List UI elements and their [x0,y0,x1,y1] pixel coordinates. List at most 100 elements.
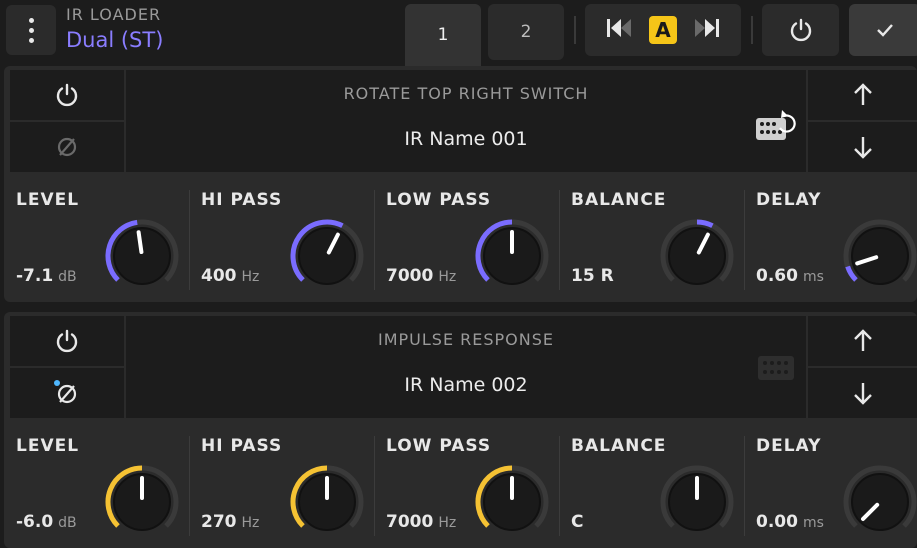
more-menu-button[interactable] [6,5,56,55]
knob-value-display: 400 Hz [201,266,259,286]
menu-dot-icon [28,27,34,33]
knob-value-display: -6.0 dB [16,512,77,532]
rotate-switch-icon [754,108,796,146]
knob-value: 0.60 [756,266,798,286]
knob-control-low-pass: LOW PASS 7000 Hz [374,174,559,302]
ir-slot-2: IMPULSE RESPONSE IR Name 002 LEVEL -6.0 dB… [4,312,917,548]
knob-body [298,227,356,285]
fast-forward-icon [695,19,719,37]
knob-unit: Hz [241,515,260,531]
tab-2[interactable]: 2 [488,4,564,60]
knob-value-display: 7000 Hz [386,512,456,532]
knob-unit: Hz [438,515,457,531]
menu-dot-icon [28,37,34,43]
phase-invert-button[interactable] [10,122,124,172]
ir-selector[interactable]: IMPULSE RESPONSE IR Name 002 [126,316,806,418]
knob-control-hi-pass: HI PASS 270 Hz [189,420,374,548]
knob-control-delay: DELAY 0.00 ms [744,420,917,548]
power-icon [56,83,78,107]
slot-power-button[interactable] [10,316,124,366]
knob-level-arc [696,219,714,228]
knob[interactable] [287,462,367,542]
column-divider [189,190,190,290]
knob[interactable] [657,216,737,296]
checkmark-icon [877,24,893,37]
knob-value-display: 0.60 ms [756,266,824,286]
tab-1[interactable]: 1 [405,4,481,66]
column-divider [374,436,375,536]
knob-control-balance: BALANCE C [559,420,744,548]
column-divider [559,436,560,536]
power-icon [56,329,78,353]
ir-selector[interactable]: ROTATE TOP RIGHT SWITCH IR Name 001 [126,70,806,172]
knob-value: 7000 [386,512,434,532]
knob-pointer [136,230,144,255]
knob-value-display: 270 Hz [201,512,259,532]
arrow-up-icon [853,83,872,105]
top-bar: IR LOADER Dual (ST) 1 2 A [0,0,917,66]
knob-row: LEVEL -7.1 dB HI PASS 400 Hz LOW PASS 7000 Hz BAL… [4,174,917,302]
next-preset-button[interactable] [693,16,721,44]
module-label: IR LOADER [66,5,162,24]
knob[interactable] [287,216,367,296]
knob-label: DELAY [756,190,822,210]
knob-body [113,227,171,285]
preset-nav: A [585,4,741,56]
column-divider [559,190,560,290]
knob-body [851,473,909,531]
knob[interactable] [472,462,552,542]
knob[interactable] [472,216,552,296]
separator [751,16,753,44]
knob-control-delay: DELAY 0.60 ms [744,174,917,302]
previous-preset-button[interactable] [605,16,633,44]
knob-value: 15 R [571,266,614,286]
ir-name: IR Name 001 [404,128,528,150]
knob-control-low-pass: LOW PASS 7000 Hz [374,420,559,548]
preset-a-badge[interactable]: A [649,16,677,44]
knob-label: LOW PASS [386,436,492,456]
column-divider [189,436,190,536]
knob-unit: dB [58,269,77,285]
knob-row: LEVEL -6.0 dB HI PASS 270 Hz LOW PASS 7000 Hz BAL… [4,420,917,548]
knob-label: LEVEL [16,436,80,456]
knob-value-display: 0.00 ms [756,512,824,532]
knob-label: HI PASS [201,436,283,456]
knob-label: LEVEL [16,190,80,210]
column-divider [744,190,745,290]
module-type[interactable]: Dual (ST) [66,28,163,52]
knob-value: 400 [201,266,237,286]
knob[interactable] [840,462,917,542]
arrow-down-icon [853,137,872,159]
knob-value-display: 15 R [571,266,614,286]
move-up-button[interactable] [808,70,917,120]
rewind-icon [607,19,631,37]
knob[interactable] [840,216,917,296]
move-down-button[interactable] [808,122,917,172]
device-icon [756,352,796,386]
knob-control-balance: BALANCE 15 R [559,174,744,302]
knob-unit: ms [802,269,824,285]
module-power-button[interactable] [762,4,839,56]
knob[interactable] [102,462,182,542]
slot-power-button[interactable] [10,70,124,120]
move-down-button[interactable] [808,368,917,418]
knob-control-hi-pass: HI PASS 400 Hz [189,174,374,302]
move-up-button[interactable] [808,316,917,366]
knob-label: BALANCE [571,436,667,456]
knob-control-level: LEVEL -6.0 dB [4,420,189,548]
knob-value: 7000 [386,266,434,286]
confirm-button[interactable] [849,4,917,56]
knob-value-display: -7.1 dB [16,266,77,286]
knob[interactable] [102,216,182,296]
power-icon [790,18,811,42]
knob-body [851,227,909,285]
knob-value-display: C [571,512,583,532]
section-label: ROTATE TOP RIGHT SWITCH [343,84,589,103]
knob-value: 270 [201,512,237,532]
section-label: IMPULSE RESPONSE [377,330,554,349]
knob[interactable] [657,462,737,542]
knob-label: BALANCE [571,190,667,210]
phase-invert-button[interactable] [10,368,124,418]
knob-label: HI PASS [201,190,283,210]
knob-value: -7.1 [16,266,54,286]
